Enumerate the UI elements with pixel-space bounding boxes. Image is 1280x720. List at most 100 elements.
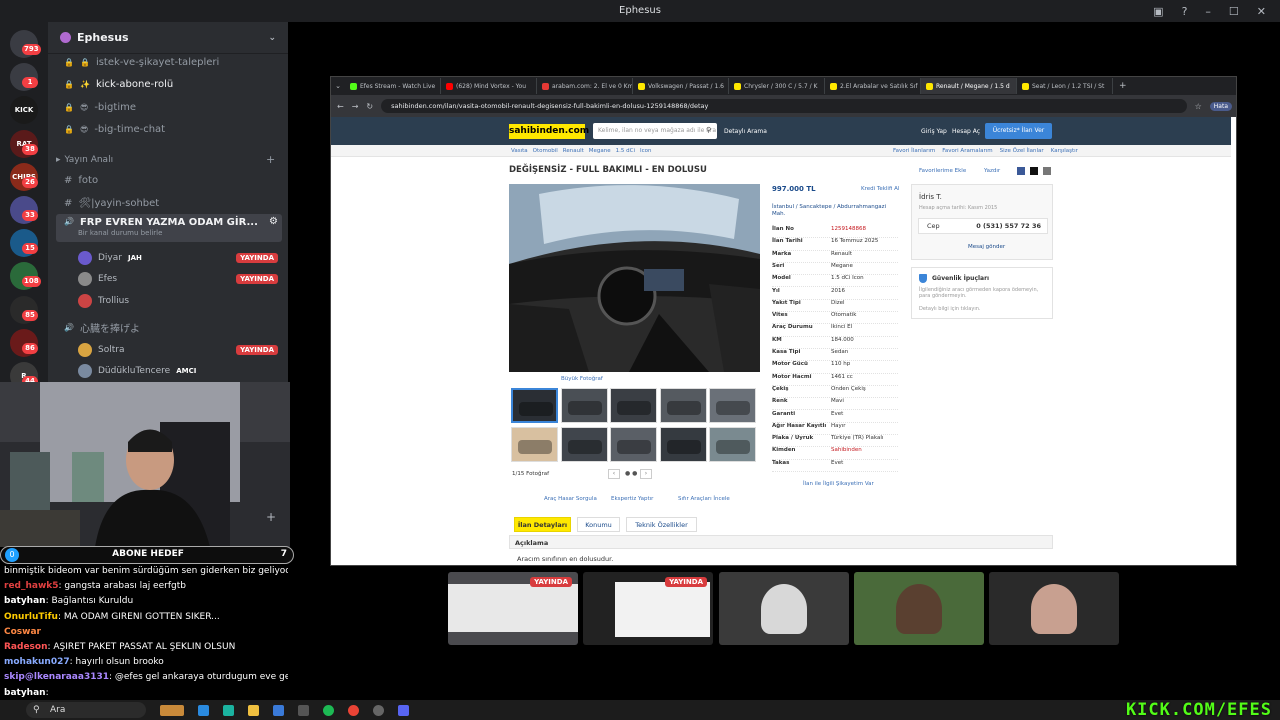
channel-item[interactable]: 🔒 ✨ kick-abone-rolü <box>56 75 282 95</box>
browser-tab[interactable]: Volkswagen / Passat / 1.6 <box>633 78 729 94</box>
windows-icon[interactable] <box>198 704 209 716</box>
add-channel-icon[interactable]: + <box>266 153 275 166</box>
listing-action-link[interactable]: Ekspertiz Yaptır <box>611 496 653 502</box>
channel-item[interactable]: # foto <box>56 170 282 190</box>
photo-next-button[interactable]: › <box>640 469 652 479</box>
favorite-link[interactable]: Favorilerime Ekle <box>919 168 966 174</box>
chat-username[interactable]: red_hawk5 <box>4 581 59 591</box>
help-icon[interactable]: ? <box>1182 5 1188 18</box>
tab-search-icon[interactable]: ⌄ <box>331 82 345 90</box>
chat-username[interactable]: mohakun027 <box>4 657 70 667</box>
photo-thumbnail[interactable] <box>659 426 707 462</box>
discord-icon[interactable] <box>398 704 409 716</box>
breadcrumb-item[interactable]: Renault <box>563 148 584 154</box>
spotify-icon[interactable] <box>323 704 334 716</box>
main-photo[interactable] <box>509 184 760 372</box>
new-tab-icon[interactable]: + <box>1119 81 1127 91</box>
breadcrumb-item[interactable]: Otomobil <box>533 148 558 154</box>
voice-user[interactable]: DüdükluTencere AMCI <box>78 362 278 380</box>
minimize-icon[interactable]: – <box>1205 5 1211 18</box>
reload-icon[interactable]: ↻ <box>366 102 373 111</box>
folder-icon[interactable] <box>248 704 259 716</box>
safety-more-link[interactable]: Detaylı bilgi için tıklayın. <box>919 306 980 312</box>
channel-item[interactable]: 🔒 😎 -bigtime <box>56 97 282 117</box>
chat-username[interactable]: batyhan <box>4 688 46 698</box>
browser-icon[interactable] <box>223 704 234 716</box>
bookmark-icon[interactable]: ☆ <box>1195 102 1202 111</box>
photo-thumbnail[interactable] <box>659 388 707 423</box>
detail-tab[interactable]: Teknik Özellikler <box>626 517 697 532</box>
account-link[interactable]: Karşılaştır <box>1051 148 1078 154</box>
chat-username[interactable]: skip@lkenaraaa3131 <box>4 672 109 682</box>
close-icon[interactable]: ✕ <box>1257 5 1266 18</box>
chat-username[interactable]: Coswar <box>4 627 41 637</box>
category-header[interactable]: ▸ Yayın Analı <box>56 155 113 165</box>
twitter-icon[interactable] <box>1030 167 1038 175</box>
send-message-link[interactable]: Mesaj gönder <box>968 244 1005 250</box>
add-icon[interactable]: + <box>266 510 276 524</box>
channel-item[interactable]: 🔒 😎 -big-time-chat <box>56 120 282 140</box>
large-photo-link[interactable]: Büyük Fotoğraf <box>561 376 603 382</box>
site-search-input[interactable]: Kelime, ilan no veya mağaza adı ile ara <box>593 123 717 139</box>
site-logo[interactable]: sahibinden.com <box>509 124 589 139</box>
photo-thumbnail[interactable] <box>560 426 608 462</box>
mail-icon[interactable] <box>1043 167 1051 175</box>
account-link[interactable]: Favori İlanlarım <box>893 148 935 154</box>
channel-item[interactable]: # 🛠|yayin-sohbet <box>56 193 282 213</box>
back-icon[interactable]: ← <box>337 102 344 111</box>
register-link[interactable]: Hesap Aç <box>952 128 980 135</box>
voice-user[interactable]: Efes YAYINDA <box>78 270 278 288</box>
browser-tab[interactable]: 2.El Arabalar ve Satılık Sıf <box>825 78 921 94</box>
listing-action-link[interactable]: Sıfır Araçları İncele <box>678 496 730 502</box>
store-icon[interactable] <box>298 704 309 716</box>
chrome-icon[interactable] <box>348 704 359 716</box>
gear-icon[interactable]: ⚙ <box>269 216 278 227</box>
profile-button[interactable]: Hata <box>1209 101 1232 111</box>
detail-tab[interactable]: Konumu <box>577 517 620 532</box>
detail-tab[interactable]: İlan Detayları <box>514 517 571 532</box>
guild-header[interactable]: Ephesus ⌄ <box>48 22 288 54</box>
account-link[interactable]: Favori Aramalarım <box>942 148 992 154</box>
inbox-icon[interactable]: ▣ <box>1153 5 1163 18</box>
photo-thumbnail[interactable] <box>610 426 657 462</box>
breadcrumb-item[interactable]: Icon <box>640 148 652 154</box>
voice-user[interactable]: Trollius <box>78 292 278 310</box>
detailed-search-link[interactable]: Detaylı Arama <box>724 128 767 135</box>
photo-thumbnail[interactable] <box>560 388 608 423</box>
voice-user[interactable]: Soltra YAYINDA <box>78 341 278 359</box>
mail-icon[interactable] <box>273 704 284 716</box>
facebook-icon[interactable] <box>1017 167 1025 175</box>
photo-prev-button[interactable]: ‹ <box>608 469 620 479</box>
credit-offer-link[interactable]: Kredi Teklifi Al <box>861 186 899 192</box>
participant-tile[interactable] <box>854 572 984 645</box>
browser-tab[interactable]: Seat / Leon / 1.2 TSI / St <box>1017 78 1113 94</box>
breadcrumb-item[interactable]: Vasıta <box>511 148 528 154</box>
participant-tile[interactable] <box>719 572 849 645</box>
report-link[interactable]: İlan ile İlgili Şikayetim Var <box>803 481 874 487</box>
photo-thumbnail[interactable] <box>511 426 558 462</box>
print-link[interactable]: Yazdır <box>984 168 1000 174</box>
browser-tab[interactable]: Chrysler / 300 C / 5.7 / K <box>729 78 825 94</box>
search-icon[interactable]: ⚲ <box>706 126 711 134</box>
voice-channel[interactable]: 🔊 心臓を捧げよ <box>56 317 282 337</box>
browser-tab[interactable]: arabam.com: 2. El ve 0 Km <box>537 78 633 94</box>
photo-thumbnail[interactable] <box>511 388 558 423</box>
breadcrumb-item[interactable]: Megane <box>589 148 611 154</box>
photo-thumbnail[interactable] <box>709 426 756 462</box>
photo-thumbnail[interactable] <box>610 388 657 423</box>
voice-channel[interactable]: 🔊 FRP EVREN YAZMA ODAM GİR... Bir kanal du… <box>56 214 282 242</box>
chat-username[interactable]: batyhan <box>4 596 46 606</box>
listing-action-link[interactable]: Araç Hasar Sorgula <box>544 496 597 502</box>
participant-tile[interactable]: YAYINDA <box>583 572 713 645</box>
channel-item[interactable]: 🔒 🔒 istek-ve-şikayet-talepleri <box>56 52 282 72</box>
chat-username[interactable]: OnurluTifu <box>4 612 58 622</box>
browser-tab[interactable]: Renault / Megane / 1.5 d <box>921 78 1017 94</box>
photo-thumbnail[interactable] <box>709 388 756 423</box>
landscape-icon[interactable] <box>160 704 184 716</box>
account-link[interactable]: Size Özel İlanlar <box>1000 148 1044 154</box>
obs-icon[interactable] <box>373 704 384 716</box>
url-field[interactable]: sahibinden.com/ilan/vasita-otomobil-rena… <box>381 99 1187 113</box>
taskbar-search[interactable]: ⚲ Ara <box>26 702 146 718</box>
maximize-icon[interactable]: ☐ <box>1229 5 1239 18</box>
voice-user[interactable]: Diyar JAH YAYINDA <box>78 249 278 267</box>
